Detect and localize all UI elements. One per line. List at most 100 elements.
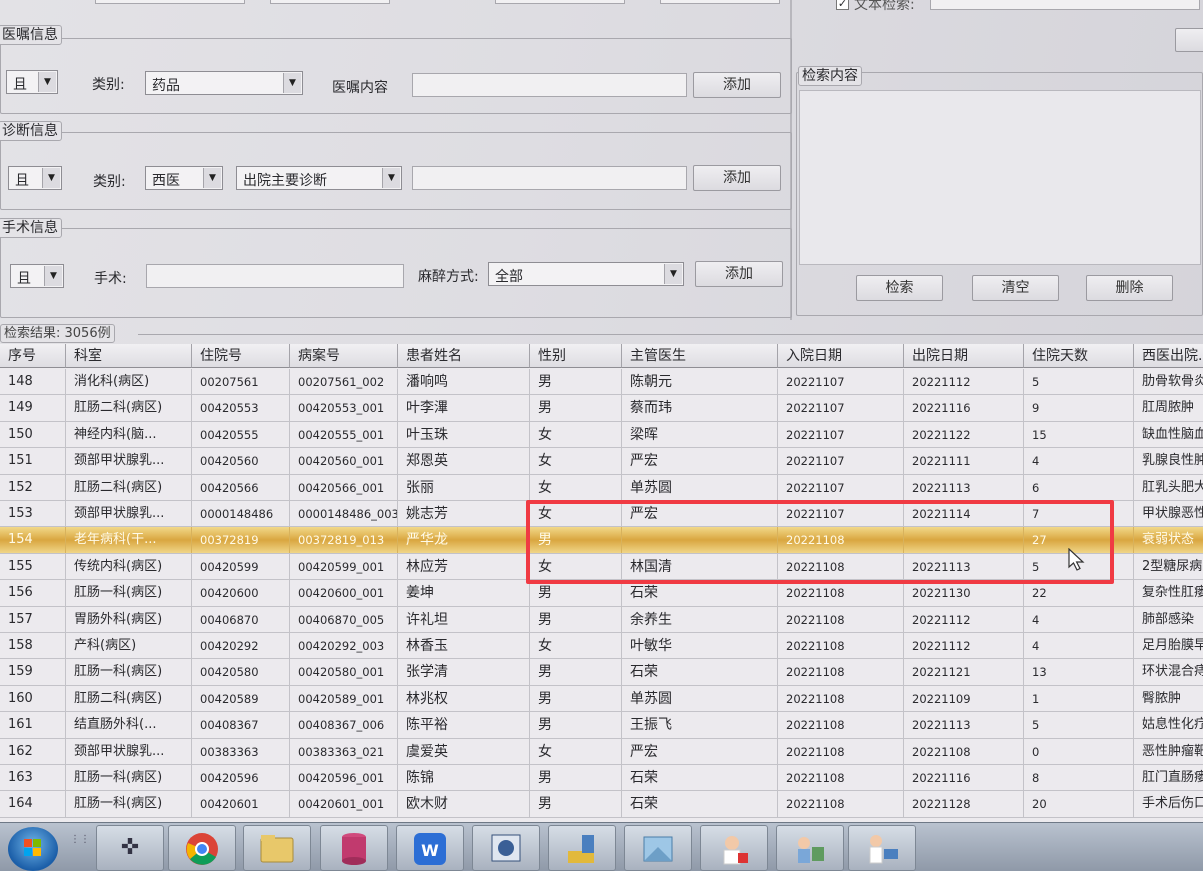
header-col-admit-date[interactable]: 入院日期 xyxy=(778,344,904,368)
header-col-inpatient-no[interactable]: 住院号 xyxy=(192,344,290,368)
header-col-record-no[interactable]: 病案号 xyxy=(290,344,398,368)
cell-record-no: 0000148486_003 xyxy=(290,501,398,527)
header-col-seq[interactable]: 序号 xyxy=(0,344,66,368)
table-row[interactable]: 158 产科(病区) 00420292 00420292_003 林香玉女叶敏华 2022… xyxy=(0,633,1203,660)
table-row[interactable]: 152 肛肠二科(病区) 00420566 00420566_001 张丽女单苏圆 202… xyxy=(0,474,1203,501)
cell-record-no: 00420580_001 xyxy=(290,659,398,685)
header-col-gender[interactable]: 性别 xyxy=(530,344,622,368)
cell-record-no: 00420555_001 xyxy=(290,421,398,448)
cell-patient-name: 张学清 xyxy=(398,659,530,685)
cell-dept: 颈部甲状腺乳... xyxy=(66,738,192,764)
cell-inpatient-no: 00420560 xyxy=(192,448,290,474)
cell-admit-date: 20221107 xyxy=(778,421,904,448)
table-row[interactable]: 148 消化科(病区) 00207561 00207561_002 潘响鸣男陈朝元 202… xyxy=(0,369,1203,396)
folder-icon[interactable] xyxy=(243,825,311,871)
cell-inpatient-no: 00420580 xyxy=(192,659,290,685)
cell-dept: 肛肠一科(病区) xyxy=(66,765,192,791)
cell-gender: 女 xyxy=(530,633,622,659)
surgery-input[interactable] xyxy=(146,264,404,288)
database-icon[interactable] xyxy=(320,825,388,871)
table-row[interactable]: 151 颈部甲状腺乳... 00420560 00420560_001 郑恩英女严宏 20… xyxy=(0,448,1203,475)
cell-seq: 156 xyxy=(0,580,66,606)
cell-record-no: 00383363_021 xyxy=(290,738,398,764)
chrome-icon[interactable] xyxy=(168,825,236,871)
table-row[interactable]: 157 胃肠外科(病区) 00406870 00406870_005 许礼坦男余养生 20… xyxy=(0,606,1203,633)
cell-dept: 肛肠二科(病区) xyxy=(66,474,192,500)
sql-tools-icon[interactable] xyxy=(548,825,616,871)
diagnosis-add-button[interactable]: 添加 xyxy=(693,165,781,191)
header-col-days[interactable]: 住院天数 xyxy=(1024,344,1134,368)
anesthesia-label: 麻醉方式: xyxy=(418,269,479,285)
cell-gender: 男 xyxy=(530,712,622,738)
table-row[interactable]: 149 肛肠二科(病区) 00420553 00420553_001 叶李滭男蔡而玮 20… xyxy=(0,395,1203,422)
image-app-icon[interactable] xyxy=(624,825,692,871)
search-content-area[interactable] xyxy=(799,90,1201,265)
cell-patient-name: 欧木财 xyxy=(398,791,530,817)
cell-patient-name: 张丽 xyxy=(398,474,530,500)
table-row[interactable]: 160 肛肠二科(病区) 00420589 00420589_001 林兆权男单苏圆 20… xyxy=(0,685,1203,713)
search-button[interactable]: 检索 xyxy=(856,275,943,301)
clear-button[interactable]: 清空 xyxy=(972,275,1059,301)
cell-admit-date: 20221107 xyxy=(778,448,904,474)
cell-days: 4 xyxy=(1024,633,1134,659)
table-row[interactable]: 156 肛肠一科(病区) 00420600 00420600_001 姜坤男石荣 2022… xyxy=(0,580,1203,607)
table-row[interactable]: 161 结直肠外科(... 00408367 00408367_006 陈平裕男王振飞 2… xyxy=(0,712,1203,739)
chevron-down-icon: ▼ xyxy=(382,168,400,188)
cell-discharge-date: 20221116 xyxy=(904,395,1024,421)
doctor-chart-icon[interactable] xyxy=(776,825,844,871)
wps-icon[interactable]: W xyxy=(396,825,464,871)
diagnosis-category-select[interactable]: 西医 ▼ xyxy=(145,166,223,190)
table-row[interactable]: 164 肛肠一科(病区) 00420601 00420601_001 欧木财男石荣 202… xyxy=(0,791,1203,818)
header-col-discharge-date[interactable]: 出院日期 xyxy=(904,344,1024,368)
highlight-annotation xyxy=(526,500,1114,584)
grid-icon: ⋮⋮ xyxy=(70,834,90,845)
text-search-side-button[interactable] xyxy=(1175,28,1203,52)
order-content-input[interactable] xyxy=(412,73,687,97)
nurse-icon[interactable] xyxy=(700,825,768,871)
order-logic-value: 且 xyxy=(13,77,27,93)
header-col-diagnosis[interactable]: 西医出院... xyxy=(1134,344,1203,368)
header-col-dept[interactable]: 科室 xyxy=(66,344,192,368)
text-search-checkbox[interactable]: ✓ xyxy=(836,0,849,10)
top-field-4[interactable] xyxy=(660,0,780,4)
diagnosis-content-input[interactable] xyxy=(412,166,687,190)
cell-gender: 男 xyxy=(530,395,622,421)
cell-record-no: 00420600_001 xyxy=(290,580,398,606)
cell-patient-name: 叶李滭 xyxy=(398,395,530,421)
start-orb-icon[interactable] xyxy=(8,827,58,871)
header-col-doctor[interactable]: 主管医生 xyxy=(622,344,778,368)
top-field-2[interactable] xyxy=(270,0,390,4)
table-row[interactable]: 162 颈部甲状腺乳... 00383363 00383363_021 虞爱英女严宏 20… xyxy=(0,738,1203,765)
cell-diagnosis: 复杂性肛瘘 xyxy=(1134,580,1203,605)
cell-inpatient-no: 00420600 xyxy=(192,580,290,606)
diagnosis-type-select[interactable]: 出院主要诊断 ▼ xyxy=(236,166,402,190)
anesthesia-select[interactable]: 全部 ▼ xyxy=(488,262,684,286)
top-field-3[interactable] xyxy=(495,0,625,4)
cell-dept: 消化科(病区) xyxy=(66,369,192,395)
diagnosis-logic-select[interactable]: 且 ▼ xyxy=(8,166,62,190)
table-row[interactable]: 150 神经内科(脑... 00420555 00420555_001 叶玉珠女梁晖 20… xyxy=(0,421,1203,449)
header-col-patient-name[interactable]: 患者姓名 xyxy=(398,344,530,368)
text-search-input[interactable] xyxy=(930,0,1200,10)
cell-patient-name: 林应芳 xyxy=(398,553,530,580)
order-logic-select[interactable]: 且 ▼ xyxy=(6,70,58,94)
table-row[interactable]: 159 肛肠一科(病区) 00420580 00420580_001 张学清男石荣 202… xyxy=(0,659,1203,686)
order-add-button[interactable]: 添加 xyxy=(693,72,781,98)
order-category-select[interactable]: 药品 ▼ xyxy=(145,71,303,95)
cell-diagnosis: 肺部感染 xyxy=(1134,607,1203,632)
doctor-computer-icon[interactable] xyxy=(848,825,916,871)
surgery-logic-select[interactable]: 且 ▼ xyxy=(10,264,64,288)
top-field-1[interactable] xyxy=(95,0,245,4)
svg-text:W: W xyxy=(421,841,439,860)
delete-button[interactable]: 删除 xyxy=(1086,275,1173,301)
cell-seq: 157 xyxy=(0,606,66,632)
surgery-add-button[interactable]: 添加 xyxy=(695,261,783,287)
sql-icon[interactable] xyxy=(472,825,540,871)
cell-admit-date: 20221108 xyxy=(778,712,904,738)
compass-icon[interactable]: ✜ xyxy=(96,825,164,871)
cell-admit-date: 20221108 xyxy=(778,765,904,791)
table-row[interactable]: 163 肛肠一科(病区) 00420596 00420596_001 陈锦男石荣 2022… xyxy=(0,765,1203,792)
cell-seq: 164 xyxy=(0,791,66,817)
cell-diagnosis: 肋骨软骨炎 xyxy=(1134,369,1203,394)
cell-admit-date: 20221108 xyxy=(778,791,904,817)
